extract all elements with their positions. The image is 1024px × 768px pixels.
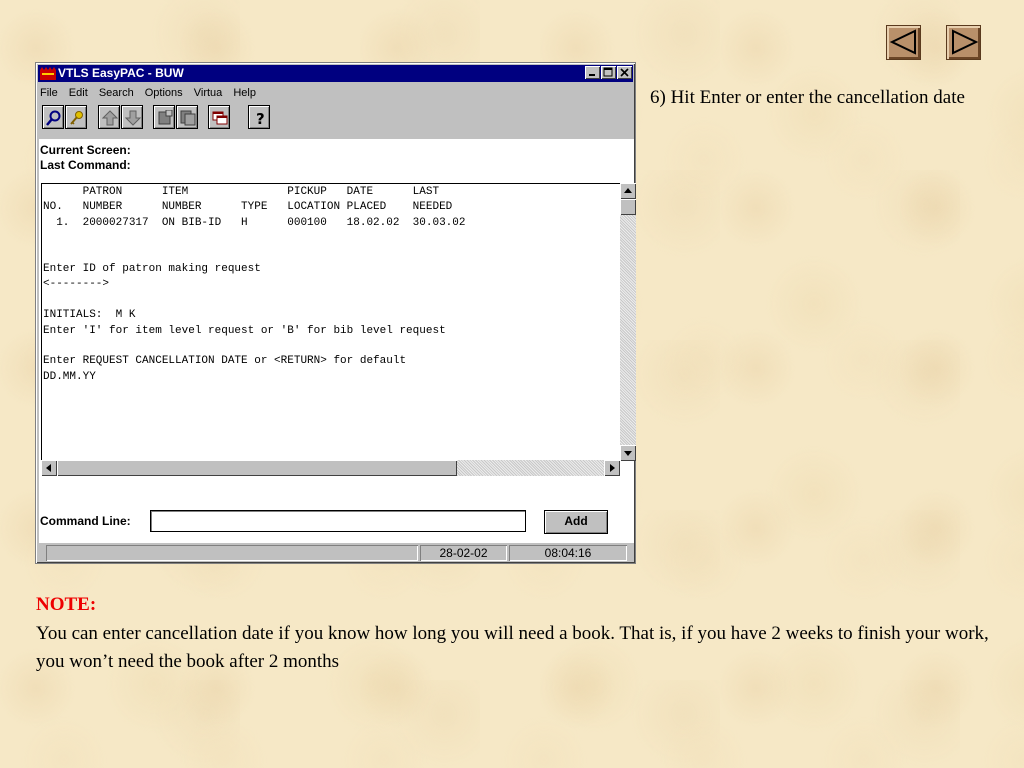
key-icon: [70, 111, 83, 125]
terminal-line: DD.MM.YY: [43, 370, 96, 383]
last-command-label: Last Command:: [40, 158, 131, 172]
help-button[interactable]: ?: [248, 105, 270, 129]
triangle-right-icon: [952, 29, 979, 55]
current-screen-label: Current Screen:: [40, 143, 131, 157]
easypac-window: VTLS EasyPAC - BUW File Edit Search Opti…: [35, 62, 636, 564]
close-button[interactable]: [617, 66, 632, 79]
next-slide-button[interactable]: [946, 25, 981, 60]
vertical-scroll-thumb[interactable]: [620, 199, 636, 215]
terminal-line: INITIALS: M K: [43, 309, 136, 322]
document-icon: [158, 110, 173, 125]
app-icon: [40, 67, 56, 80]
search-button[interactable]: [42, 105, 64, 129]
scroll-right-button[interactable]: [604, 460, 620, 476]
copy-icon: [180, 110, 196, 126]
windows-icon: [212, 111, 228, 125]
terminal-line: Enter REQUEST CANCELLATION DATE or <RETU…: [43, 355, 407, 368]
maximize-icon: [603, 67, 613, 77]
note-title: NOTE:: [36, 594, 97, 615]
menu-bar: File Edit Search Options Virtua Help: [40, 85, 264, 101]
scroll-up-button[interactable]: [620, 183, 636, 199]
terminal-line: Enter 'I' for item level request or 'B' …: [43, 324, 446, 337]
search-icon: [46, 110, 61, 126]
title-bar[interactable]: VTLS EasyPAC - BUW: [38, 65, 633, 82]
window-title: VTLS EasyPAC - BUW: [58, 66, 184, 80]
status-bar: 28-02-02 08:04:16: [39, 544, 634, 562]
terminal-line: 1. 2000027317 ON BIB-ID H 000100 18.02.0…: [43, 216, 466, 229]
menu-options[interactable]: Options: [145, 87, 183, 99]
move-down-button[interactable]: [121, 105, 143, 129]
minimize-button[interactable]: [585, 66, 600, 79]
scroll-down-button[interactable]: [620, 445, 636, 461]
arrow-right-icon: [610, 464, 615, 472]
terminal-output[interactable]: PATRON ITEM PICKUP DATE LAST NO. NUMBER N…: [41, 183, 625, 461]
status-message-panel: [46, 545, 418, 561]
menu-virtua[interactable]: Virtua: [194, 87, 223, 99]
svg-text:?: ?: [256, 110, 265, 126]
terminal-line: Enter ID of patron making request: [43, 263, 261, 276]
instruction-text: 6) Hit Enter or enter the cancellation d…: [650, 87, 965, 108]
arrow-up-icon: [624, 188, 632, 193]
triangle-left-icon: [889, 29, 916, 55]
arrow-left-icon: [46, 464, 51, 472]
terminal-text: PATRON ITEM PICKUP DATE LAST NO. NUMBER N…: [43, 185, 621, 385]
status-date: 28-02-02: [420, 545, 507, 561]
help-icon: ?: [256, 110, 265, 126]
terminal-line: <-------->: [43, 278, 110, 291]
vertical-scrollbar[interactable]: [620, 183, 636, 461]
maximize-button[interactable]: [601, 66, 616, 79]
horizontal-scrollbar[interactable]: [41, 460, 620, 476]
arrow-down-icon: [125, 110, 141, 126]
menu-help[interactable]: Help: [233, 87, 256, 99]
horizontal-scroll-thumb[interactable]: [57, 460, 457, 476]
terminal-line: NO. NUMBER NUMBER TYPE LOCATION PLACED N…: [43, 201, 453, 214]
menu-edit[interactable]: Edit: [69, 87, 88, 99]
status-time: 08:04:16: [509, 545, 627, 561]
arrow-down-icon: [624, 451, 632, 456]
menu-search[interactable]: Search: [99, 87, 134, 99]
arrow-up-icon: [102, 110, 118, 126]
command-line-input[interactable]: [150, 510, 526, 532]
copy-button[interactable]: [176, 105, 198, 129]
document-button[interactable]: [153, 105, 175, 129]
add-button[interactable]: Add: [544, 510, 608, 534]
scroll-left-button[interactable]: [41, 460, 57, 476]
menu-file[interactable]: File: [40, 87, 58, 99]
key-button[interactable]: [65, 105, 87, 129]
terminal-line: PATRON ITEM PICKUP DATE LAST: [43, 186, 440, 198]
move-up-button[interactable]: [98, 105, 120, 129]
minimize-icon: [589, 74, 595, 76]
close-icon: [620, 68, 629, 77]
previous-slide-button[interactable]: [886, 25, 921, 60]
command-line-label: Command Line:: [40, 514, 131, 528]
windows-button[interactable]: [208, 105, 230, 129]
note-body: You can enter cancellation date if you k…: [36, 623, 989, 672]
screen-status: Current Screen: Last Command:: [40, 143, 131, 173]
